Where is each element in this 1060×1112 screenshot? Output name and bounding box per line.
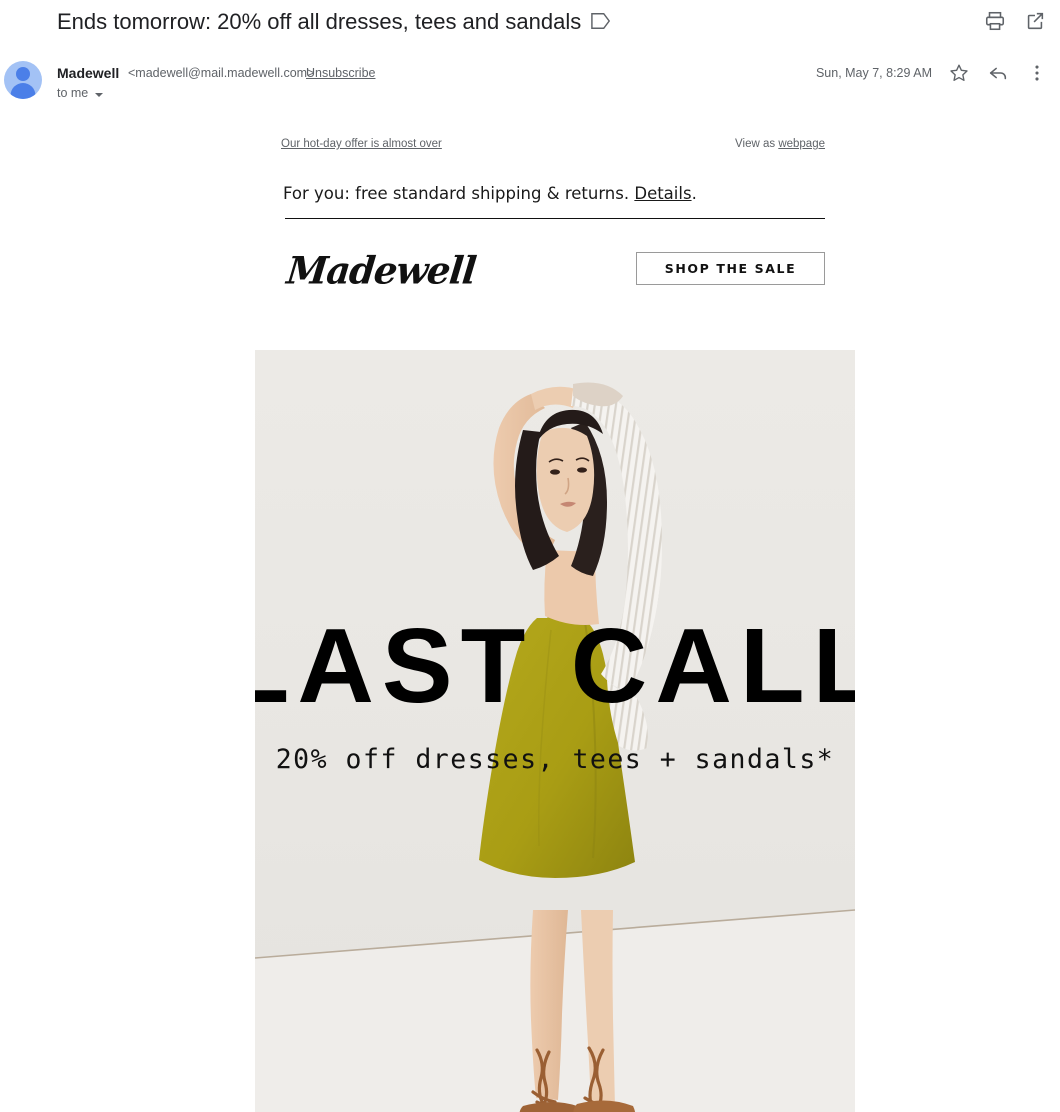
hero-illustration: LAST CALL 20% off dresses, tees + sandal… [255, 350, 855, 1112]
view-as-prefix: View as [735, 138, 779, 150]
view-as-webpage: View as webpage [735, 138, 825, 150]
avatar-person-icon [16, 67, 30, 81]
divider [285, 218, 825, 219]
hero-promo-image[interactable]: LAST CALL 20% off dresses, tees + sandal… [255, 350, 855, 1112]
shipping-details-link[interactable]: Details [634, 184, 691, 203]
sender-name: Madewell [57, 65, 120, 81]
hero-subheadline: 20% off dresses, tees + sandals* [276, 744, 835, 775]
sender-email: <madewell@mail.madewell.com> [128, 66, 315, 80]
inbox-tag-icon [590, 11, 612, 31]
brand-row: Madewell SHOP THE SALE [0, 248, 1060, 294]
more-options-icon[interactable] [1026, 62, 1048, 84]
header-actions [984, 10, 1046, 32]
open-in-new-window-icon[interactable] [1024, 10, 1046, 32]
message-header-row: Madewell <madewell@mail.madewell.com> Un… [0, 56, 1060, 112]
shipping-offer-label: For you: free standard shipping & return… [283, 184, 635, 203]
reply-icon[interactable] [987, 62, 1009, 84]
shop-the-sale-button[interactable]: SHOP THE SALE [636, 252, 825, 285]
shipping-offer-text: For you: free standard shipping & return… [283, 184, 697, 203]
page-title: Ends tomorrow: 20% off all dresses, tees… [57, 9, 582, 34]
recipient-summary: to me [57, 86, 89, 100]
view-as-webpage-link[interactable]: webpage [778, 138, 825, 150]
chevron-down-icon[interactable] [95, 93, 103, 97]
subject-header: Ends tomorrow: 20% off all dresses, tees… [0, 0, 1060, 48]
shop-the-sale-label: SHOP THE SALE [664, 261, 797, 276]
avatar[interactable] [4, 61, 42, 99]
print-icon[interactable] [984, 10, 1006, 32]
shipping-period: . [691, 184, 697, 203]
gmail-message-view: Ends tomorrow: 20% off all dresses, tees… [0, 0, 1060, 1112]
hero-headline: LAST CALL [255, 607, 855, 725]
unsubscribe-link[interactable]: Unsubscribe [306, 66, 375, 80]
preheader-row: Our hot-day offer is almost over View as… [281, 138, 825, 150]
madewell-logo[interactable]: Madewell [285, 248, 478, 293]
avatar-person-body [10, 83, 36, 99]
preheader-link[interactable]: Our hot-day offer is almost over [281, 138, 442, 150]
star-icon[interactable] [948, 62, 970, 84]
message-actions [948, 62, 1048, 84]
message-timestamp: Sun, May 7, 8:29 AM [815, 66, 932, 80]
